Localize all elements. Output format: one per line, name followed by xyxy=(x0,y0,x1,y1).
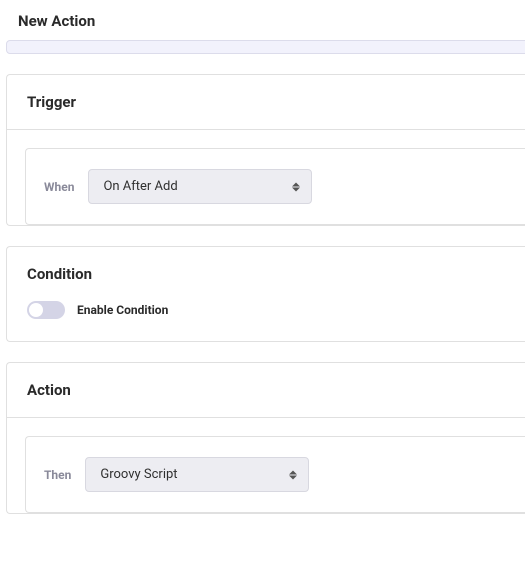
action-panel: Then Groovy Script xyxy=(25,436,525,513)
when-select[interactable]: On After Add xyxy=(88,169,312,204)
action-section: Action Then Groovy Script xyxy=(6,362,525,514)
top-accent-bar xyxy=(6,40,525,54)
then-label: Then xyxy=(44,468,71,482)
trigger-heading: Trigger xyxy=(7,75,525,130)
when-label: When xyxy=(44,180,74,194)
condition-section: Condition Enable Condition xyxy=(6,246,525,342)
action-heading: Action xyxy=(7,363,525,418)
then-select-value: Groovy Script xyxy=(85,457,309,492)
when-select-value: On After Add xyxy=(88,169,312,204)
trigger-section: Trigger When On After Add xyxy=(6,74,525,226)
toggle-knob xyxy=(29,303,43,317)
enable-condition-row: Enable Condition xyxy=(7,301,525,341)
then-select[interactable]: Groovy Script xyxy=(85,457,309,492)
condition-heading: Condition xyxy=(7,247,525,301)
trigger-panel: When On After Add xyxy=(25,148,525,225)
enable-condition-toggle[interactable] xyxy=(27,301,65,319)
enable-condition-label: Enable Condition xyxy=(77,303,168,317)
page-title: New Action xyxy=(0,0,525,40)
